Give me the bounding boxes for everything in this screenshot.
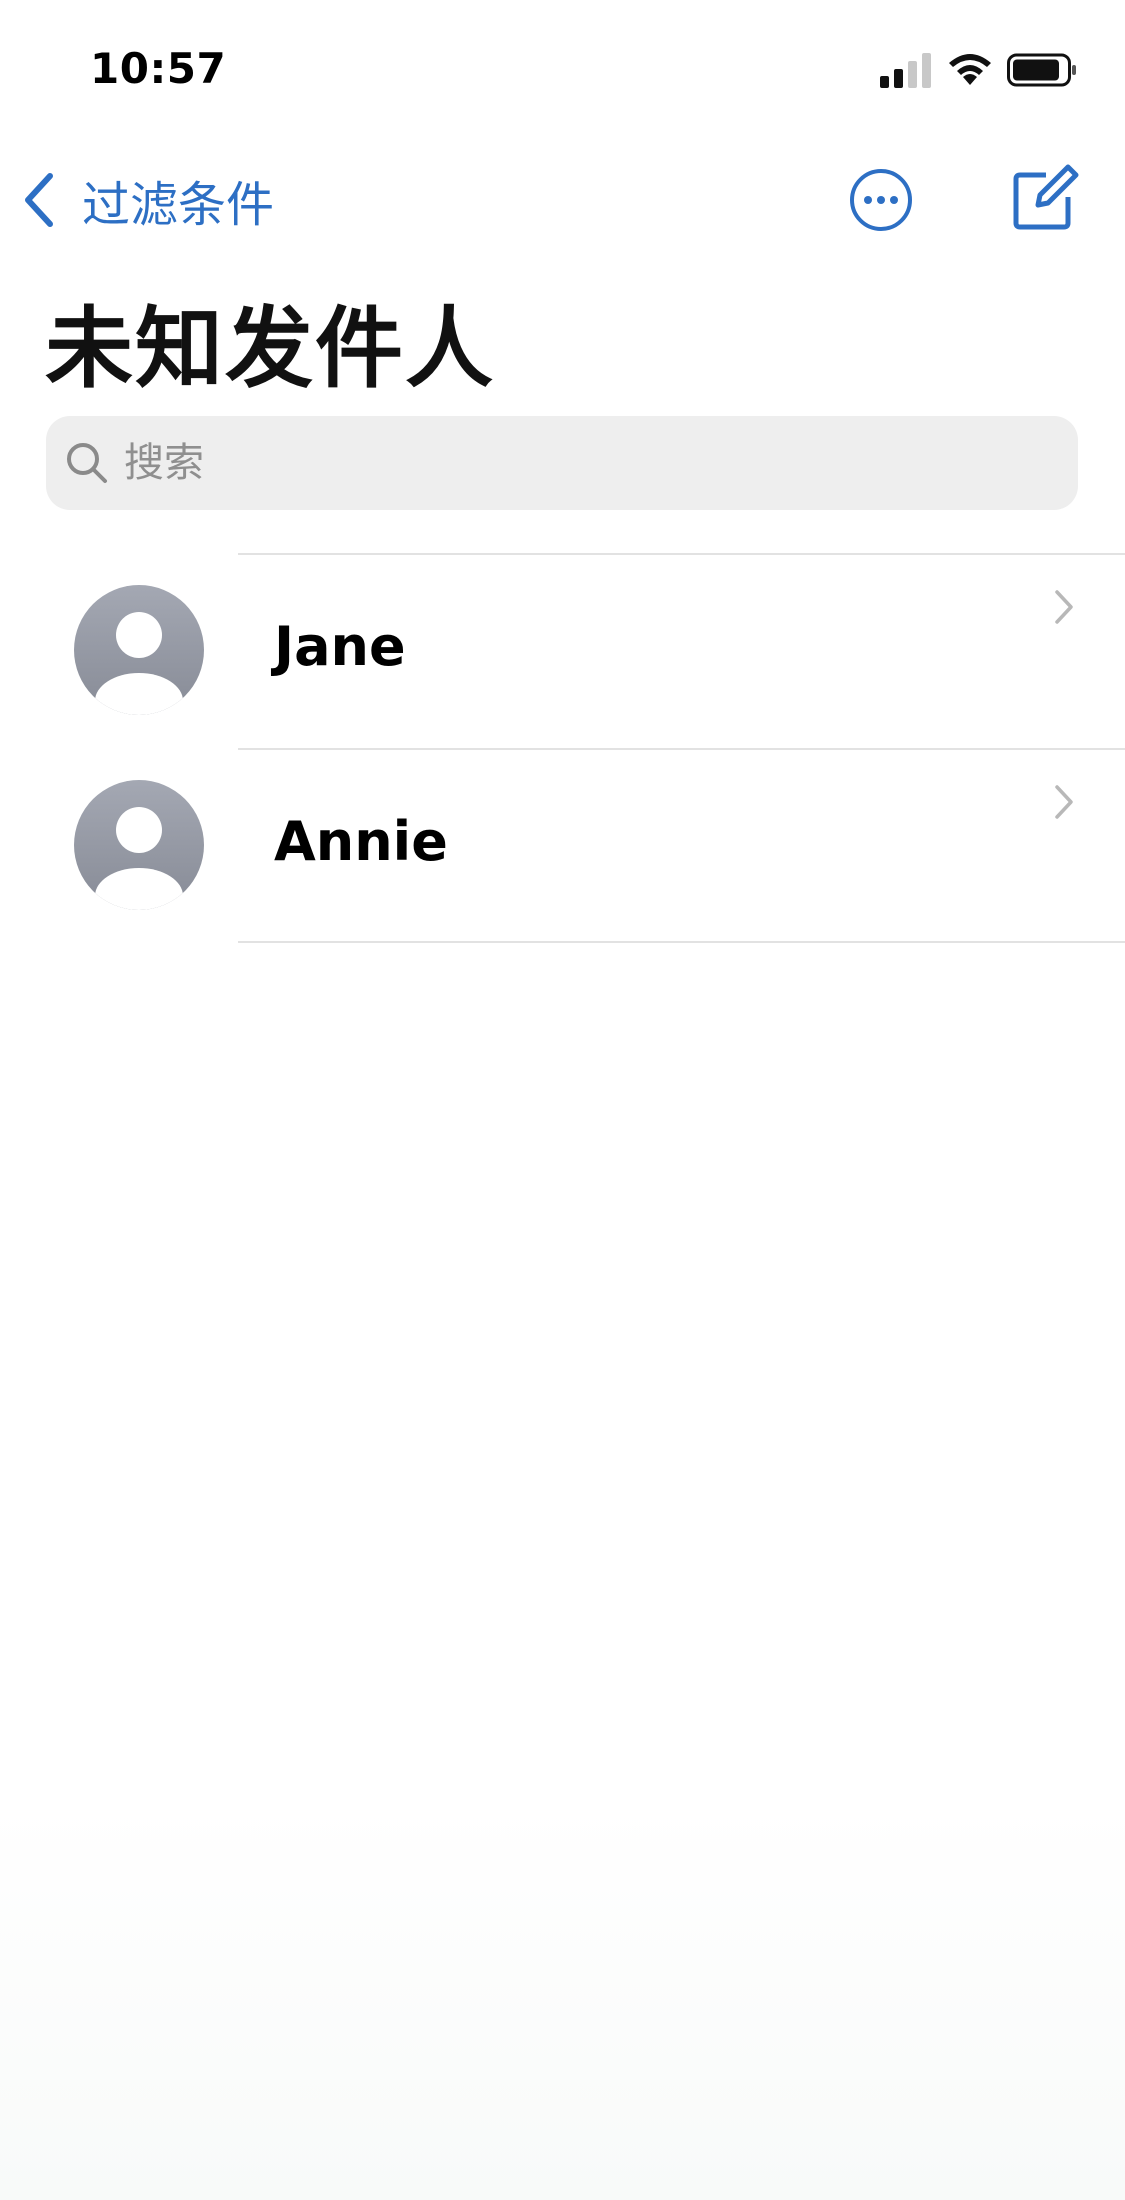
contact-name: Annie bbox=[274, 810, 448, 873]
contact-name: Jane bbox=[274, 615, 406, 678]
list-item[interactable]: Annie bbox=[0, 749, 1125, 943]
back-button[interactable]: 过滤条件 bbox=[20, 165, 274, 235]
page-title: 未知发件人 bbox=[45, 297, 496, 400]
ellipsis-circle-icon bbox=[850, 169, 912, 231]
back-button-label: 过滤条件 bbox=[82, 177, 275, 233]
search-input[interactable] bbox=[124, 440, 1024, 486]
list-item[interactable]: Jane bbox=[0, 554, 1125, 748]
person-avatar-icon bbox=[74, 585, 204, 715]
wifi-icon bbox=[949, 54, 991, 85]
chevron-left-icon bbox=[25, 173, 53, 227]
chevron-right-icon bbox=[1055, 785, 1073, 819]
search-bar[interactable] bbox=[46, 416, 1078, 510]
search-icon bbox=[67, 443, 107, 483]
compose-icon bbox=[1013, 164, 1079, 230]
list-divider bbox=[238, 941, 1125, 943]
cellular-signal-icon bbox=[880, 53, 931, 88]
more-options-button[interactable] bbox=[849, 168, 913, 232]
compose-button[interactable] bbox=[1010, 163, 1080, 233]
chevron-right-icon bbox=[1055, 590, 1073, 624]
battery-icon bbox=[1007, 53, 1076, 87]
status-time: 10:57 bbox=[90, 44, 227, 93]
person-avatar-icon bbox=[74, 780, 204, 910]
